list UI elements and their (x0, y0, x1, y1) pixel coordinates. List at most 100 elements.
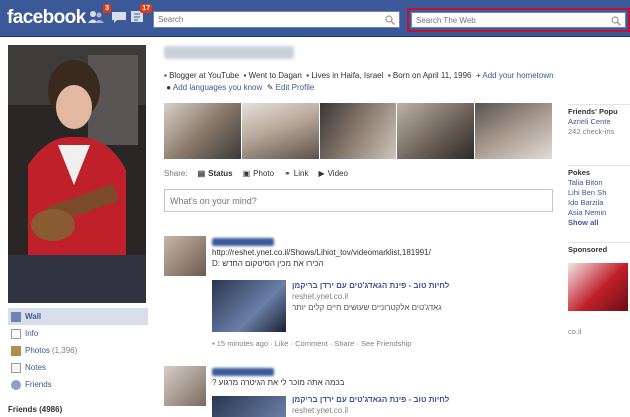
friend-requests-badge: 3 (103, 4, 111, 13)
post-url[interactable]: http://reshet.ynet.co.il/Shows/Lihiot_to… (212, 247, 554, 258)
post-text: בכמה אתה מוכר לי את הגיטרה מרגוע ? (212, 378, 345, 387)
attachment-description: גאדג'טים אלקטרוניים שעושים חיים קלים יות… (292, 303, 442, 312)
nav-wall[interactable]: Wall (8, 308, 148, 325)
facebook-search[interactable] (153, 11, 400, 28)
photos-icon (11, 345, 21, 356)
photo-thumb[interactable] (319, 103, 397, 159)
top-bar: facebook 3 17 (0, 0, 630, 37)
post-source-icon: ▪ (212, 339, 215, 348)
share-option-label: Link (293, 169, 309, 178)
attachment: לחיות טוב - פינת הגאדג'טים עם ירדן בריקמ… (292, 280, 552, 313)
post-author-blurred[interactable] (212, 367, 274, 376)
post-body: http://reshet.ynet.co.il/Shows/Lihiot_to… (212, 236, 554, 269)
photo-thumb[interactable] (241, 103, 319, 159)
birthday-text: Born on April 11, 1996 (392, 71, 472, 80)
search-input[interactable] (158, 15, 358, 24)
post-body: בכמה אתה מוכר לי את הגיטרה מרגוע ? (212, 366, 554, 388)
share-video[interactable]: ▶ Video (318, 169, 347, 178)
nav-label: Wall (25, 312, 42, 321)
share-photo[interactable]: ▣ Photo (243, 169, 274, 178)
attachment-title[interactable]: לחיות טוב - פינת הגאדג'טים עם ירדן בריקמ… (292, 394, 552, 405)
post-actions[interactable]: 15 minutes ago · Like · Comment · Share … (217, 339, 412, 348)
wall-icon (11, 311, 21, 322)
status-icon: ▤ (197, 169, 206, 178)
post-avatar[interactable] (164, 366, 206, 406)
left-column: Wall Info Photos (1,396) Notes Friends F… (0, 37, 152, 417)
photo-thumb[interactable] (475, 103, 552, 159)
pokes-header: Pokes (568, 165, 630, 178)
right-column: Friends' Popu Azrieli Cente 242 check-in… (568, 104, 630, 337)
web-search-input[interactable] (416, 16, 616, 25)
notes-icon (11, 362, 21, 373)
place-checkins: 242 check-ins (568, 127, 615, 136)
edit-profile-link[interactable]: Edit Profile (276, 83, 315, 92)
friend-requests-icon[interactable]: 3 (88, 4, 111, 24)
nav-friends[interactable]: Friends (8, 376, 148, 393)
link-icon: ⚭ (284, 169, 291, 178)
web-search-box[interactable] (411, 12, 626, 28)
notifications-icon[interactable]: 17 (129, 4, 152, 24)
show-all-link[interactable]: Show all (568, 218, 630, 228)
attachment-thumbnail[interactable] (212, 396, 286, 417)
share-link[interactable]: ⚭ Link (284, 169, 308, 178)
friends-popular-header: Friends' Popu (568, 104, 630, 117)
attachment-thumbnail[interactable] (212, 280, 286, 332)
profile-picture[interactable] (8, 45, 146, 303)
attachment-domain: reshet.ynet.co.il (292, 406, 349, 415)
search-icon[interactable] (611, 16, 621, 26)
sponsored-header: Sponsored (568, 242, 630, 255)
nav-label: Info (25, 329, 39, 338)
camera-icon: ▣ (242, 169, 251, 178)
home-icon: ▪ (306, 71, 310, 80)
share-option-label: Status (208, 169, 233, 178)
sponsored-image[interactable] (568, 263, 628, 311)
add-icon: + (475, 71, 481, 80)
education-text: Went to Dagan (248, 71, 302, 80)
add-hometown-link[interactable]: Add your hometown (482, 71, 553, 80)
profile-nav: Wall Info Photos (1,396) Notes Friends (8, 308, 148, 393)
wall-post: בכמה אתה מוכר לי את הגיטרה מרגוע ? לחיות… (164, 366, 554, 417)
post-author-blurred[interactable] (212, 237, 274, 246)
photo-strip (164, 103, 552, 159)
post-text: הכירו את מכין הסיטקום החדש :D (212, 259, 324, 268)
messages-icon[interactable] (111, 10, 127, 24)
nav-notes[interactable]: Notes (8, 359, 148, 376)
poke-item[interactable]: Talia Biton (568, 178, 630, 188)
share-bar: Share: ▤ Status ▣ Photo ⚭ Link ▶ Video (164, 169, 552, 178)
nav-photos[interactable]: Photos (1,396) (8, 342, 148, 359)
share-option-label: Photo (253, 169, 275, 178)
nav-label: Notes (25, 363, 46, 372)
profile-name-blurred (164, 46, 294, 59)
photo-thumb[interactable] (397, 103, 475, 159)
sponsored-domain: co.il (568, 327, 582, 336)
video-icon: ▶ (318, 169, 325, 178)
post-avatar[interactable] (164, 236, 206, 276)
add-languages-link[interactable]: Add languages you know (173, 83, 262, 92)
photo-thumb[interactable] (164, 103, 241, 159)
post-meta: ▪ 15 minutes ago · Like · Comment · Shar… (212, 339, 411, 348)
info-icon (11, 328, 21, 339)
share-status[interactable]: ▤ Status (198, 169, 233, 178)
attachment-title[interactable]: לחיות טוב - פינת הגאדג'טים עם ירדן בריקמ… (292, 280, 552, 291)
status-composer[interactable]: What's on your mind? (164, 189, 553, 212)
work-text: Blogger at YouTube (169, 71, 240, 80)
poke-item[interactable]: Asia Nemin (568, 208, 630, 218)
poke-item[interactable]: Lihi Ben Sh (568, 188, 630, 198)
search-icon[interactable] (385, 15, 395, 25)
photos-count: (1,396) (51, 346, 78, 355)
wall-post: http://reshet.ynet.co.il/Shows/Lihiot_to… (164, 236, 554, 356)
facebook-logo[interactable]: facebook (7, 7, 86, 29)
web-search-highlight (407, 8, 630, 32)
nav-info[interactable]: Info (8, 325, 148, 342)
pencil-icon: ✎ (266, 83, 274, 92)
place-name[interactable]: Azrieli Cente (568, 117, 630, 127)
friends-header[interactable]: Friends (4986) (8, 405, 62, 414)
globe-icon: ● (166, 83, 172, 92)
friends-icon (11, 379, 21, 390)
location-text: Lives in Haifa, Israel (311, 71, 384, 80)
nav-label: Photos (25, 346, 50, 355)
share-option-label: Video (327, 169, 348, 178)
notifications-badge: 17 (140, 4, 152, 13)
poke-item[interactable]: Ido Barzila (568, 198, 630, 208)
work-icon: ▪ (164, 71, 167, 80)
